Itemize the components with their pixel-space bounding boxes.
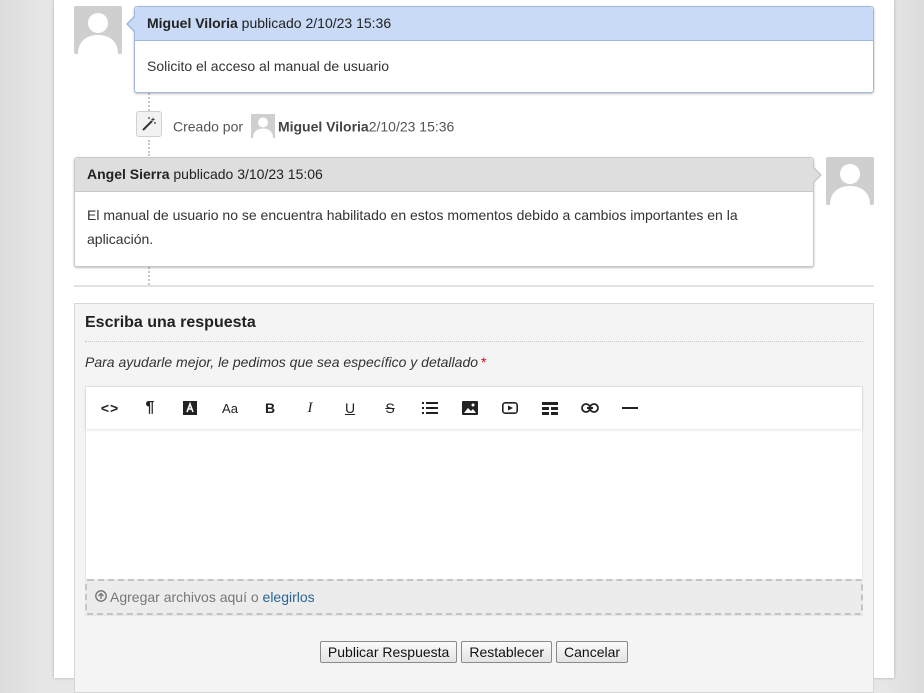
italic-icon: I	[307, 399, 313, 416]
link-button[interactable]	[570, 391, 610, 425]
reply-actions: Publicar Respuesta Restablecer Cancelar	[75, 641, 873, 663]
paragraph-button[interactable]: ¶	[130, 391, 170, 425]
italic-button[interactable]: I	[290, 391, 330, 425]
table-button[interactable]	[530, 391, 570, 425]
file-dropzone[interactable]: Agregar archivos aquí o elegirlos	[85, 579, 863, 615]
magic-wand-icon	[136, 111, 162, 137]
bold-button[interactable]: B	[250, 391, 290, 425]
paragraph-icon: ¶	[145, 399, 155, 416]
underline-icon: U	[344, 400, 356, 416]
timeline-line	[148, 140, 150, 156]
event-user[interactable]: Miguel Viloria	[278, 119, 369, 135]
underline-button[interactable]: U	[330, 391, 370, 425]
image-button[interactable]	[450, 391, 490, 425]
reply-hint-text: Para ayudarle mejor, le pedimos que sea …	[85, 354, 479, 370]
code-view-button[interactable]: <>	[90, 391, 130, 425]
event-prefix: Creado por	[173, 118, 244, 135]
image-icon	[462, 401, 478, 415]
choose-files-link[interactable]: elegirlos	[263, 589, 315, 605]
comment-meta: publicado 3/10/23 15:06	[173, 166, 323, 182]
timeline-line	[148, 93, 150, 111]
reply-text-area[interactable]	[86, 431, 862, 579]
video-button[interactable]	[490, 391, 530, 425]
comment-body-line: aplicación.	[87, 231, 154, 247]
font-size-button[interactable]: Aa	[210, 391, 250, 425]
publish-reply-button[interactable]: Publicar Respuesta	[319, 641, 458, 663]
list-button[interactable]	[410, 391, 450, 425]
text-color-button[interactable]	[170, 391, 210, 425]
comment-other: Angel Sierra publicado 3/10/23 15:06 El …	[74, 157, 822, 267]
dropzone-text: Agregar archivos aquí o	[110, 589, 259, 605]
strikethrough-button[interactable]: S	[370, 391, 410, 425]
divider	[74, 285, 874, 287]
font-size-icon: Aa	[222, 400, 238, 416]
reply-title: Escriba una respuesta	[85, 314, 863, 342]
cancel-button[interactable]: Cancelar	[556, 641, 629, 663]
comment-author[interactable]: Angel Sierra	[87, 166, 169, 182]
link-icon	[581, 403, 599, 413]
list-icon	[422, 402, 438, 414]
ticket-page: Miguel Viloria publicado 2/10/23 15:36 S…	[54, 0, 894, 693]
comment-meta: publicado 2/10/23 15:36	[241, 15, 392, 31]
upload-icon	[95, 581, 107, 613]
comment-own: Miguel Viloria publicado 2/10/23 15:36 S…	[126, 6, 874, 93]
comment-body: El manual de usuario no se encuentra hab…	[75, 192, 813, 251]
strikethrough-icon: S	[385, 400, 395, 416]
rich-text-editor: <> ¶ Aa B I U S Agregar archivos aquí o …	[85, 386, 863, 616]
horizontal-rule-button[interactable]	[610, 391, 650, 425]
comment-body: Solicito el acceso al manual de usuario	[147, 58, 390, 74]
comment-header: Miguel Viloria publicado 2/10/23 15:36	[135, 7, 873, 41]
avatar	[826, 157, 874, 205]
comment-body-line: El manual de usuario no se encuentra hab…	[87, 207, 738, 223]
horizontal-rule-icon	[622, 407, 638, 409]
avatar	[250, 114, 275, 138]
reset-button[interactable]: Restablecer	[461, 641, 553, 663]
event-time: 2/10/23 15:36	[368, 118, 455, 135]
bold-icon: B	[264, 400, 276, 416]
table-icon	[542, 401, 558, 415]
editor-toolbar: <> ¶ Aa B I U S	[86, 387, 862, 429]
reply-hint: Para ayudarle mejor, le pedimos que sea …	[85, 354, 486, 370]
reply-panel: Escriba una respuesta Para ayudarle mejo…	[74, 303, 874, 693]
timeline-line	[148, 267, 150, 285]
video-icon	[502, 402, 518, 414]
comment-author[interactable]: Miguel Viloria	[147, 15, 238, 31]
comment-header: Angel Sierra publicado 3/10/23 15:06	[75, 158, 813, 192]
text-color-icon	[183, 401, 197, 415]
required-mark: *	[481, 354, 487, 370]
code-icon: <>	[100, 400, 120, 416]
avatar	[74, 6, 122, 54]
event-created: Creado por Miguel Viloria2/10/23 15:36	[173, 114, 455, 140]
